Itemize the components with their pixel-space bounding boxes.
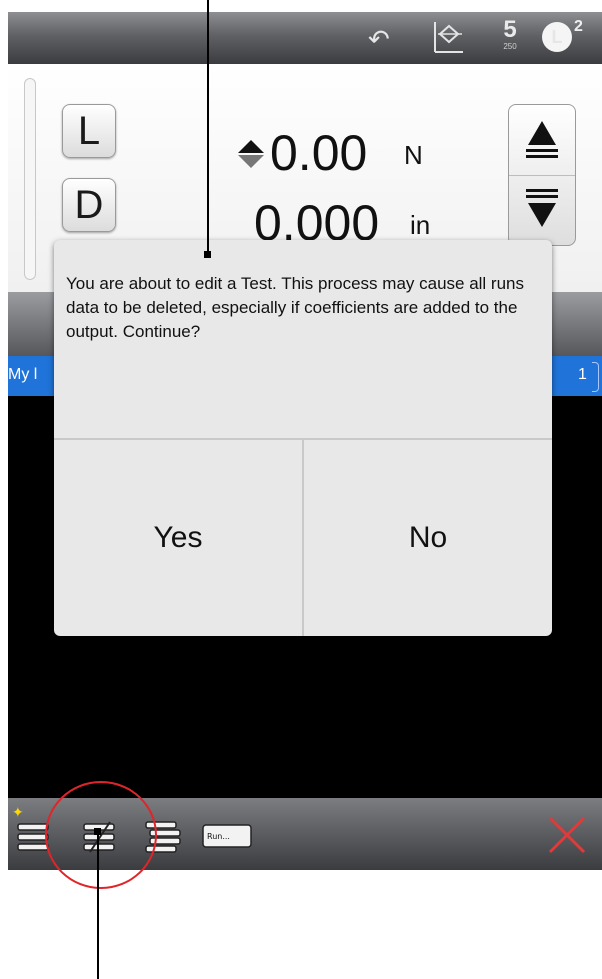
list-item-cap — [592, 362, 599, 392]
yes-button[interactable]: Yes — [54, 440, 302, 636]
cancel-icon[interactable] — [544, 812, 590, 858]
list-item-count: 1 — [578, 366, 587, 383]
callout-leader-top — [207, 0, 209, 255]
callout-dot-bottom — [94, 828, 101, 835]
load-button[interactable]: L — [62, 104, 116, 158]
highlight-circle — [45, 781, 157, 889]
jog-divider — [509, 175, 575, 176]
undo-icon[interactable]: ↶ — [368, 24, 390, 55]
callout-dot-top — [204, 251, 211, 258]
dialog-message: You are about to edit a Test. This proce… — [66, 274, 525, 341]
confirm-dialog: You are about to edit a Test. This proce… — [54, 240, 552, 636]
up-down-arrow-icon — [238, 140, 264, 168]
scrollbar[interactable] — [24, 78, 36, 280]
list-item-label: My l — [8, 366, 38, 383]
jog-down-icon[interactable] — [522, 185, 562, 229]
no-button[interactable]: No — [304, 440, 552, 636]
callout-leader-bottom — [97, 832, 99, 979]
run-icon[interactable]: Run... — [202, 824, 252, 848]
run-label: Run... — [207, 832, 230, 841]
load-cell-icon[interactable]: L — [542, 22, 572, 52]
force-unit: N — [404, 140, 423, 170]
axis-icon[interactable] — [432, 20, 464, 54]
displacement-unit: in — [410, 210, 431, 240]
force-value: 0.00 — [270, 125, 368, 181]
stat-number: 5 — [503, 16, 517, 43]
jog-up-icon[interactable] — [522, 119, 562, 163]
statistics-icon[interactable]: 5 250 — [500, 18, 520, 56]
stat-small: 250 — [503, 42, 517, 51]
jog-control — [508, 104, 576, 246]
displacement-button[interactable]: D — [62, 178, 116, 232]
top-bar: ↶ 5 250 L 2 — [8, 12, 602, 64]
load-cell-superscript: 2 — [574, 18, 583, 35]
